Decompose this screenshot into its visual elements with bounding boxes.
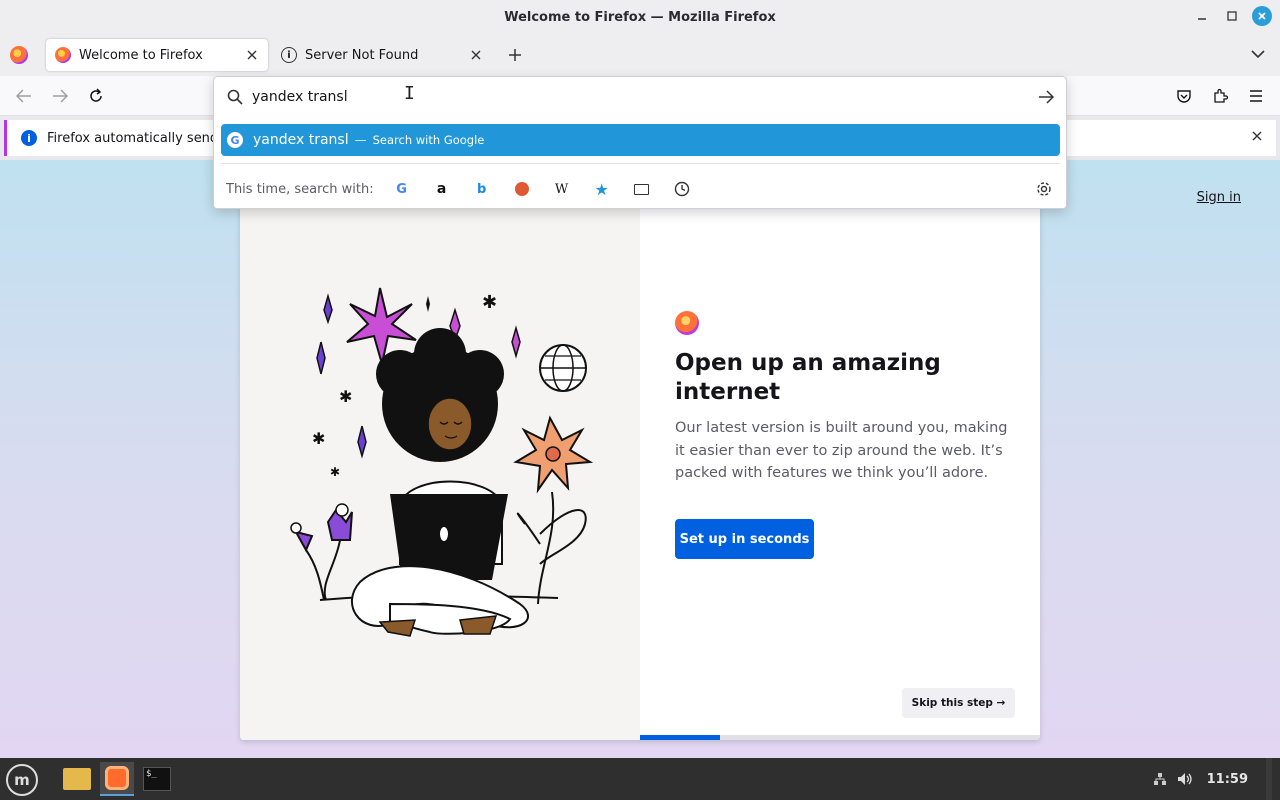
- notification-close-button[interactable]: [1252, 129, 1262, 145]
- forward-button[interactable]: [48, 84, 72, 108]
- hamburger-icon: [1250, 90, 1262, 102]
- urlbar-input[interactable]: [252, 87, 1012, 107]
- urlbar-dropdown: I G yandex transl — Search with Google T…: [213, 76, 1067, 209]
- tab-label: Server Not Found: [305, 47, 419, 63]
- terminal-launcher[interactable]: $_: [140, 762, 174, 796]
- onboarding-text-panel: Open up an amazing internet Our latest v…: [640, 204, 1040, 740]
- svg-text:✱: ✱: [312, 429, 325, 448]
- app-menu-button[interactable]: [1244, 84, 1268, 108]
- onboarding-progress: [640, 735, 1040, 740]
- divider: [221, 163, 1060, 164]
- terminal-icon: $_: [143, 767, 171, 791]
- search-settings-button[interactable]: [1032, 177, 1056, 201]
- page-headline: Open up an amazing internet: [675, 350, 941, 405]
- google-icon[interactable]: G: [390, 177, 414, 201]
- maximize-button[interactable]: [1222, 6, 1242, 26]
- reload-button[interactable]: [84, 84, 108, 108]
- svg-text:✱: ✱: [482, 292, 497, 313]
- one-off-label: This time, search with:: [226, 181, 374, 197]
- arrow-left-icon: [16, 89, 31, 103]
- tab-server-not-found[interactable]: i Server Not Found: [272, 39, 492, 71]
- search-icon: [227, 89, 243, 105]
- wikipedia-icon[interactable]: W: [550, 177, 574, 201]
- firefox-icon: [105, 766, 129, 790]
- info-favicon-icon: i: [281, 47, 297, 63]
- suggestion-action: Search with Google: [372, 133, 485, 147]
- bing-icon[interactable]: b: [470, 177, 494, 201]
- window-title: Welcome to Firefox — Mozilla Firefox: [504, 9, 776, 25]
- arrow-right-icon: [53, 89, 68, 103]
- files-launcher[interactable]: [60, 762, 94, 796]
- urlbar: I: [214, 77, 1066, 117]
- onboarding-card: ✱ ✱ ✱ ✱ Open up an amazing internet Our …: [240, 204, 1040, 740]
- window-controls: [1192, 6, 1272, 26]
- amazon-icon[interactable]: a: [430, 177, 454, 201]
- firefox-launcher[interactable]: [100, 762, 134, 796]
- firefox-logo-icon: [675, 311, 699, 335]
- list-all-tabs-button[interactable]: [1248, 44, 1268, 64]
- folder-icon: [63, 768, 91, 790]
- duckduckgo-icon[interactable]: [510, 177, 534, 201]
- network-icon[interactable]: [1153, 772, 1167, 786]
- bookmarks-icon[interactable]: ★: [590, 177, 614, 201]
- svg-text:✱: ✱: [339, 387, 352, 406]
- minimize-button[interactable]: [1192, 6, 1212, 26]
- pocket-icon: [1177, 90, 1191, 103]
- close-icon: [247, 50, 257, 60]
- puzzle-icon: [1214, 88, 1228, 103]
- setup-button[interactable]: Set up in seconds: [675, 519, 814, 559]
- suggestion-separator: —: [354, 133, 367, 147]
- back-button[interactable]: [12, 84, 36, 108]
- illustration-panel: ✱ ✱ ✱ ✱: [240, 204, 640, 740]
- suggestion-text: yandex transl: [253, 132, 349, 148]
- minimize-icon: [1198, 18, 1206, 20]
- text-cursor-icon: I: [404, 83, 415, 104]
- window-titlebar: Welcome to Firefox — Mozilla Firefox: [0, 0, 1280, 34]
- taskbar: m $_ 11:59: [0, 758, 1280, 800]
- start-menu-button[interactable]: m: [6, 764, 38, 796]
- clock[interactable]: 11:59: [1207, 772, 1248, 787]
- page-subtext: Our latest version is built around you, …: [675, 420, 1008, 481]
- tab-welcome[interactable]: Welcome to Firefox: [46, 39, 268, 71]
- progress-fill: [640, 735, 720, 740]
- person-with-laptop-illustration: ✱ ✱ ✱ ✱: [290, 287, 594, 637]
- tab-label: Welcome to Firefox: [79, 47, 203, 63]
- system-tray: 11:59: [1153, 758, 1272, 800]
- firefox-view-icon[interactable]: [10, 46, 28, 64]
- gear-icon: [1037, 182, 1051, 196]
- close-icon: [1258, 12, 1266, 20]
- tab-close-button[interactable]: [242, 45, 262, 65]
- close-icon: [1252, 131, 1262, 141]
- sign-in-link[interactable]: Sign in: [1197, 190, 1241, 205]
- one-off-search-bar: This time, search with: G a b W ★: [226, 177, 1056, 201]
- tabs-icon[interactable]: [630, 177, 654, 201]
- tab-strip: Welcome to Firefox i Server Not Found: [0, 34, 1280, 76]
- show-desktop-button[interactable]: [1266, 758, 1272, 800]
- info-icon: i: [21, 130, 37, 146]
- close-icon: [471, 50, 481, 60]
- arrow-right-icon: [1039, 90, 1054, 104]
- skip-step-button[interactable]: Skip this step →: [902, 688, 1015, 718]
- plus-icon: [509, 49, 521, 61]
- history-icon[interactable]: [670, 177, 694, 201]
- clock-icon: [674, 181, 689, 197]
- chevron-down-icon: [1251, 50, 1265, 59]
- close-window-button[interactable]: [1252, 6, 1272, 26]
- svg-text:✱: ✱: [330, 465, 340, 479]
- notification-text: Firefox automatically sends: [47, 130, 225, 146]
- search-suggestion-row[interactable]: G yandex transl — Search with Google: [221, 124, 1060, 156]
- google-icon: G: [227, 132, 243, 148]
- maximize-icon: [1227, 11, 1237, 21]
- extensions-button[interactable]: [1208, 84, 1232, 108]
- firefox-favicon-icon: [55, 47, 71, 63]
- tab-close-button[interactable]: [466, 45, 486, 65]
- reload-icon: [90, 88, 102, 102]
- pocket-button[interactable]: [1172, 84, 1196, 108]
- volume-icon[interactable]: [1177, 772, 1193, 786]
- new-tab-button[interactable]: [503, 44, 527, 66]
- go-button[interactable]: [1036, 87, 1056, 107]
- page-content: Sign in ✱ ✱ ✱ ✱ Open up an amazing inter…: [0, 160, 1280, 758]
